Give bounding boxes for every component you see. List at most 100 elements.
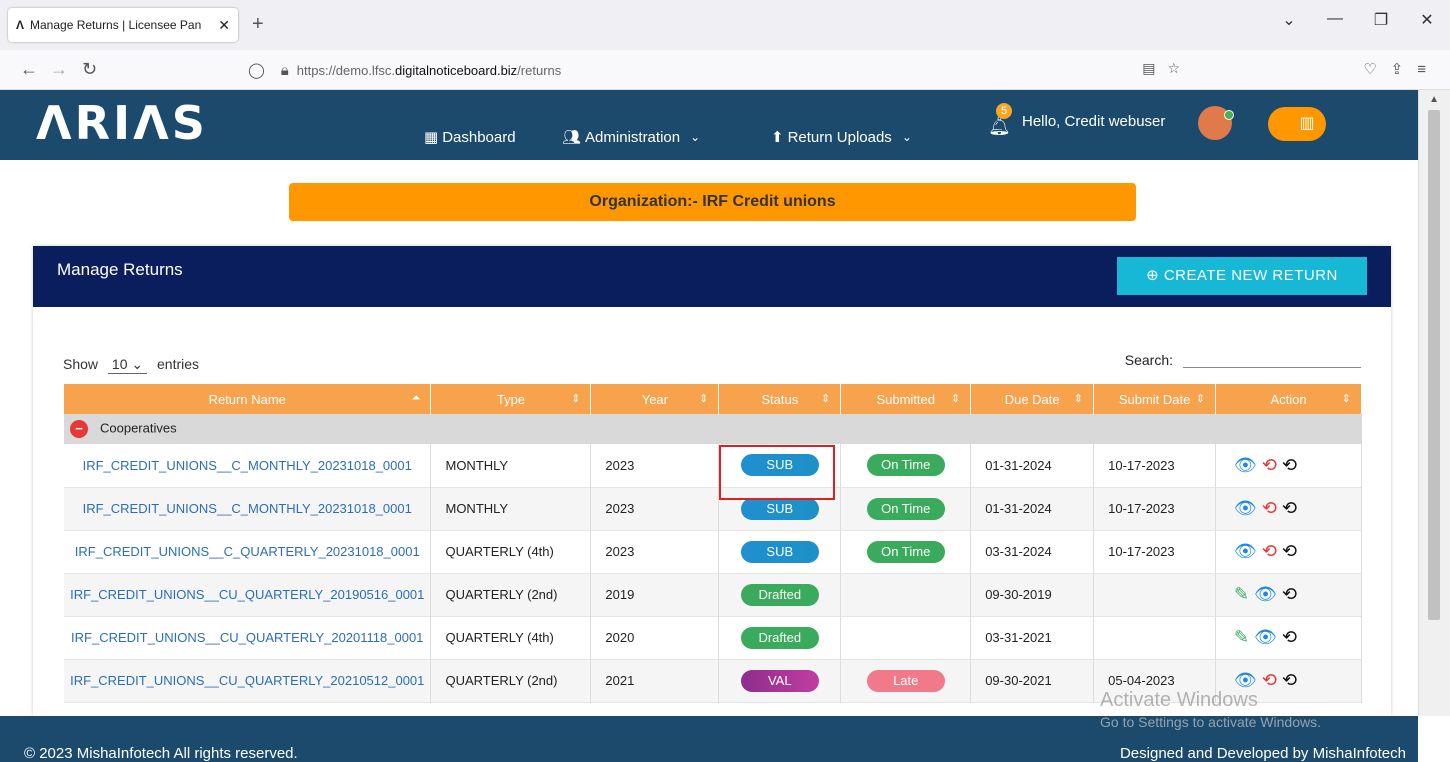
view-icon[interactable]: 👁︎	[1234, 670, 1257, 690]
window-controls: ⌄ — ❐ ✕	[1266, 10, 1450, 30]
year-cell: 2023	[590, 487, 720, 530]
history-icon[interactable]: ⟲	[1282, 627, 1297, 647]
back-icon[interactable]: ←	[20, 59, 38, 80]
close-window-icon[interactable]: ✕	[1404, 10, 1450, 30]
sort-asc-icon: ⏶	[411, 392, 421, 404]
submit-date-cell	[1093, 573, 1217, 616]
group-label: Cooperatives	[100, 420, 177, 436]
submit-date-cell: 10-17-2023	[1093, 444, 1217, 487]
return-name-link[interactable]: IRF_CREDIT_UNIONS__C_QUARTERLY_20231018_…	[64, 530, 432, 573]
history-icon[interactable]: ⟲	[1282, 498, 1297, 518]
return-name-link[interactable]: IRF_CREDIT_UNIONS__CU_QUARTERLY_20190516…	[64, 573, 432, 616]
highlight-box	[719, 445, 835, 500]
col-type[interactable]: Type ⇕	[430, 384, 592, 414]
submitted-cell	[840, 573, 972, 616]
entries-select[interactable]: 10 ⌄	[107, 356, 148, 374]
card-header: Manage Returns ⊕ CREATE NEW RETURN	[33, 246, 1391, 307]
scroll-up-icon[interactable]: ▲	[1429, 94, 1439, 105]
app-header: ΛRIΛS ▦ Dashboard 👥︎ Administration ⌄ ⬆ …	[0, 90, 1418, 160]
nav-return-uploads[interactable]: ⬆ Return Uploads ⌄	[771, 128, 912, 147]
status-badge: SUB	[740, 497, 819, 520]
create-new-return-button[interactable]: ⊕ CREATE NEW RETURN	[1117, 257, 1367, 295]
view-icon[interactable]: 👁︎	[1234, 541, 1257, 561]
return-name-link[interactable]: IRF_CREDIT_UNIONS__C_MONTHLY_20231018_00…	[64, 444, 432, 487]
avatar[interactable]	[1198, 106, 1234, 140]
scrollbar-thumb[interactable]	[1428, 110, 1440, 620]
returns-table: Return Name ⏶ Type ⇕ Year ⇕ Status ⇕ Submitt…	[64, 384, 1362, 703]
status-badge: Drafted	[740, 583, 819, 606]
upload-icon: ⬆	[771, 129, 784, 146]
tab-list-icon[interactable]: ⌄	[1266, 10, 1312, 30]
revert-icon[interactable]: ⟲	[1262, 670, 1277, 690]
col-year[interactable]: Year ⇕	[590, 384, 720, 414]
browser-tab-bar: Λ Manage Returns | Licensee Pan ✕ + ⌄ — …	[0, 0, 1450, 50]
return-name-link[interactable]: IRF_CREDIT_UNIONS__C_MONTHLY_20231018_00…	[64, 487, 432, 530]
history-icon[interactable]: ⟲	[1282, 541, 1297, 561]
sort-icon: ⇕	[1341, 393, 1351, 405]
minimize-icon[interactable]: —	[1312, 10, 1358, 30]
chevron-down-icon: ⌄	[901, 130, 912, 144]
shield-icon: ◯	[248, 62, 265, 79]
history-icon[interactable]: ⟲	[1282, 455, 1297, 475]
page-scrollbar[interactable]: ▲	[1418, 90, 1450, 716]
entries-control: Show 10 ⌄ entries	[63, 356, 199, 374]
site-favicon-icon: Λ	[16, 18, 25, 32]
edit-icon[interactable]: ✎	[1234, 584, 1249, 604]
edit-icon[interactable]: ✎	[1234, 627, 1249, 647]
sort-icon: ⇕	[699, 393, 709, 405]
close-tab-icon[interactable]: ✕	[218, 17, 230, 34]
collapse-icon[interactable]: −	[70, 420, 88, 438]
nav-administration[interactable]: 👥︎ Administration ⌄	[562, 128, 700, 147]
type-cell: QUARTERLY (4th)	[430, 530, 592, 573]
view-icon[interactable]: 👁︎	[1254, 627, 1277, 647]
return-name-link[interactable]: IRF_CREDIT_UNIONS__CU_QUARTERLY_20201118…	[64, 616, 432, 659]
reader-bookmark-icons[interactable]: ▤☆	[1142, 60, 1192, 77]
entries-value: 10	[111, 356, 128, 372]
col-submit-date[interactable]: Submit Date ⇕	[1093, 384, 1217, 414]
type-cell: QUARTERLY (2nd)	[430, 573, 592, 616]
submitted-badge: On Time	[866, 454, 945, 477]
new-tab-icon[interactable]: +	[252, 13, 264, 36]
sort-icon: ⇕	[1073, 393, 1084, 405]
organization-banner: Organization:- IRF Credit unions	[289, 183, 1136, 221]
toolbar-icons[interactable]: ♡⇪≡	[1363, 60, 1440, 78]
search-input[interactable]	[1183, 352, 1361, 368]
group-row[interactable]: − Cooperatives	[64, 414, 1362, 444]
view-icon[interactable]: 👁︎	[1234, 455, 1257, 475]
arias-logo[interactable]: ΛRIΛS	[36, 96, 208, 150]
sort-icon: ⇕	[821, 393, 831, 405]
col-action[interactable]: Action ⇕	[1215, 384, 1362, 414]
view-icon[interactable]: 👁︎	[1234, 498, 1257, 518]
restore-icon[interactable]: ❐	[1358, 10, 1404, 30]
nav-dashboard[interactable]: ▦ Dashboard	[424, 128, 516, 147]
building-icon[interactable]: ▥	[1268, 107, 1326, 141]
revert-icon[interactable]: ⟲	[1262, 455, 1277, 475]
copyright: © 2023 MishaInfotech All rights reserved…	[24, 745, 298, 762]
history-icon[interactable]: ⟲	[1282, 584, 1297, 604]
bell-icon[interactable]: 🔔︎	[988, 116, 1011, 137]
revert-icon[interactable]: ⟲	[1262, 498, 1277, 518]
history-icon[interactable]: ⟲	[1282, 670, 1297, 690]
greeting: Hello, Credit webuser	[1022, 113, 1166, 130]
reload-icon[interactable]: ↻	[82, 59, 97, 80]
designed-by: Designed and Developed by MishaInfotech	[1119, 745, 1406, 762]
submitted-cell	[840, 616, 972, 659]
col-return-name[interactable]: Return Name ⏶	[64, 384, 432, 414]
year-cell: 2023	[590, 530, 720, 573]
url-prefix: https://demo.lfsc.	[296, 62, 396, 78]
status-badge: SUB	[740, 540, 819, 563]
type-cell: MONTHLY	[430, 444, 592, 487]
col-due-date[interactable]: Due Date ⇕	[970, 384, 1095, 414]
browser-tab[interactable]: Λ Manage Returns | Licensee Pan ✕	[8, 8, 238, 42]
url-bar[interactable]: ◯ 🔒︎ https://demo.lfsc. digitalnoticeboar…	[240, 55, 1195, 85]
sort-icon: ⇕	[571, 393, 581, 405]
forward-icon[interactable]: →	[50, 59, 68, 80]
view-icon[interactable]: 👁︎	[1254, 584, 1277, 604]
type-cell: QUARTERLY (4th)	[430, 616, 592, 659]
col-status[interactable]: Status ⇕	[718, 384, 842, 414]
col-submitted[interactable]: Submitted ⇕	[840, 384, 972, 414]
submit-date-cell: 10-17-2023	[1093, 487, 1217, 530]
revert-icon[interactable]: ⟲	[1262, 541, 1277, 561]
nav-dashboard-label: Dashboard	[442, 128, 516, 146]
return-name-link[interactable]: IRF_CREDIT_UNIONS__CU_QUARTERLY_20210512…	[64, 659, 432, 702]
